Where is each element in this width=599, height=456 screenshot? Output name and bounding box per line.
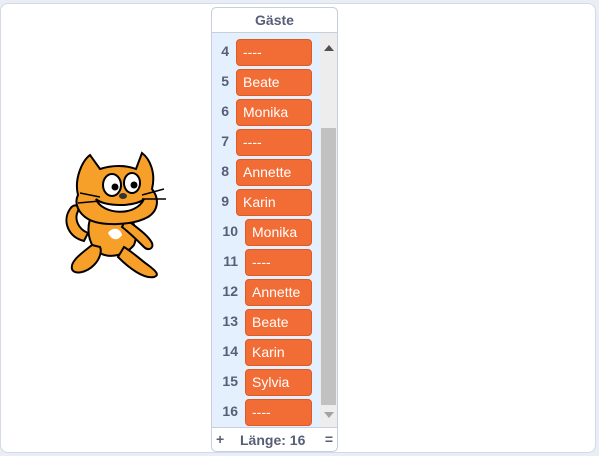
- list-length-label: Länge: 16: [240, 432, 306, 448]
- resize-handle[interactable]: =: [325, 431, 333, 447]
- list-item: 11 ----: [212, 246, 320, 276]
- list-footer: + Länge: 16 =: [212, 427, 337, 451]
- list-item-value[interactable]: ----: [245, 249, 312, 276]
- list-item: 6 Monika: [212, 96, 320, 126]
- list-item-value[interactable]: Annette: [236, 159, 312, 186]
- list-monitor-gaeste[interactable]: Gäste 4 ---- 5 Beate 6 Monika 7 ---- 8 A…: [211, 7, 338, 452]
- list-item-index: 10: [222, 223, 238, 239]
- list-item-value[interactable]: Monika: [236, 99, 312, 126]
- list-item-index: 7: [221, 133, 229, 149]
- list-item-index: 9: [221, 193, 229, 209]
- list-item-value[interactable]: Annette: [245, 279, 312, 306]
- list-body: 4 ---- 5 Beate 6 Monika 7 ---- 8 Annette…: [212, 33, 337, 427]
- list-item: 7 ----: [212, 126, 320, 156]
- list-item: 15 Sylvia: [212, 366, 320, 396]
- list-item: 12 Annette: [212, 276, 320, 306]
- list-item: 14 Karin: [212, 336, 320, 366]
- list-item-value[interactable]: ----: [245, 399, 312, 426]
- list-item-index: 14: [222, 343, 238, 359]
- scratch-cat-icon[interactable]: [56, 149, 186, 281]
- stage-canvas[interactable]: Gäste 4 ---- 5 Beate 6 Monika 7 ---- 8 A…: [0, 3, 596, 453]
- list-item-value[interactable]: ----: [236, 39, 312, 66]
- list-item-value[interactable]: Sylvia: [245, 369, 312, 396]
- scroll-down-arrow-icon[interactable]: [324, 412, 334, 418]
- list-item: 16 ----: [212, 396, 320, 426]
- list-item-value[interactable]: Karin: [245, 339, 312, 366]
- list-item-index: 15: [222, 373, 238, 389]
- list-item: 5 Beate: [212, 66, 320, 96]
- list-item: 10 Monika: [212, 216, 320, 246]
- scroll-up-arrow-icon[interactable]: [324, 45, 334, 51]
- list-item-index: 5: [221, 73, 229, 89]
- scrollbar-thumb[interactable]: [321, 128, 336, 405]
- list-item: 13 Beate: [212, 306, 320, 336]
- list-item: 4 ----: [212, 36, 320, 66]
- list-item-index: 13: [222, 313, 238, 329]
- list-item-index: 11: [223, 253, 238, 269]
- list-item-value[interactable]: Monika: [245, 219, 312, 246]
- list-scrollbar[interactable]: [320, 33, 337, 427]
- list-item-value[interactable]: ----: [236, 129, 312, 156]
- list-item-index: 6: [221, 103, 229, 119]
- list-item-index: 8: [221, 163, 229, 179]
- list-title: Gäste: [212, 8, 337, 33]
- list-item-index: 12: [222, 283, 238, 299]
- list-item: 8 Annette: [212, 156, 320, 186]
- add-item-button[interactable]: +: [216, 431, 224, 447]
- list-item-index: 4: [221, 43, 229, 59]
- list-item: 9 Karin: [212, 186, 320, 216]
- list-item-value[interactable]: Karin: [236, 189, 312, 216]
- list-item-index: 16: [222, 403, 238, 419]
- list-item-value[interactable]: Beate: [236, 69, 312, 96]
- list-item-value[interactable]: Beate: [245, 309, 312, 336]
